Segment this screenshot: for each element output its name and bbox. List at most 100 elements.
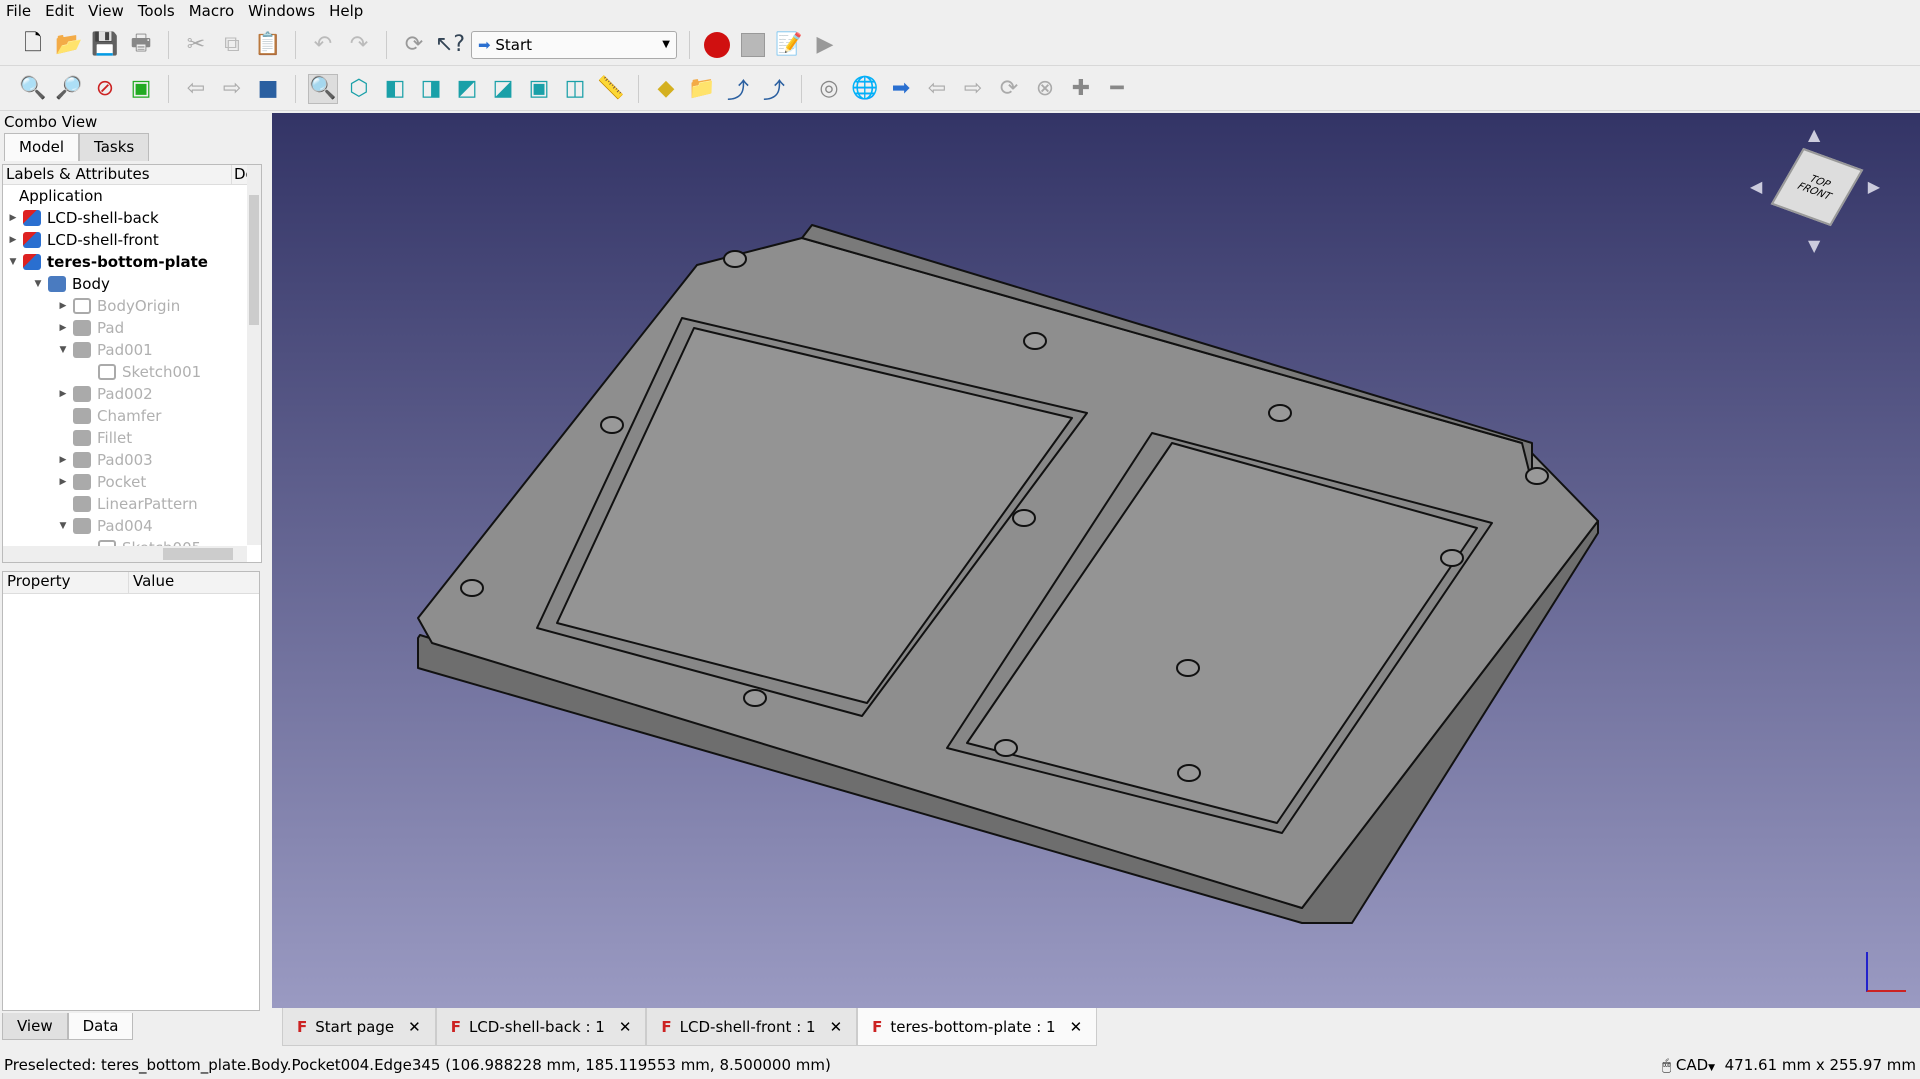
- record-macro-icon[interactable]: [702, 30, 732, 60]
- draw-style-icon[interactable]: ⊘: [90, 74, 120, 104]
- tree-item[interactable]: Sketch001: [3, 361, 261, 383]
- tab-view[interactable]: View: [2, 1013, 68, 1040]
- tree-item[interactable]: ▶ Pad: [3, 317, 261, 339]
- link-icon[interactable]: ⤴: [723, 74, 753, 104]
- expand-arrow-icon[interactable]: ▼: [7, 257, 19, 267]
- link-actions-icon[interactable]: ⤴: [759, 74, 789, 104]
- tab-model[interactable]: Model: [4, 133, 80, 161]
- web-page-icon[interactable]: ◎: [814, 74, 844, 104]
- web-globe-icon[interactable]: 🌐: [850, 74, 880, 104]
- copy-icon[interactable]: ⧉: [217, 30, 247, 60]
- tree-item[interactable]: ▼ Body: [3, 273, 261, 295]
- nav-arrow-down-icon[interactable]: ▼: [1808, 236, 1820, 255]
- menu-help[interactable]: Help: [329, 2, 363, 20]
- measure-icon[interactable]: 📏: [596, 74, 626, 104]
- menu-file[interactable]: File: [6, 2, 31, 20]
- navigation-cube[interactable]: TOP FRONT ▲ ◀ ▶ ▼: [1750, 125, 1880, 255]
- sync-view-icon[interactable]: 🔍: [308, 73, 338, 104]
- tree-item[interactable]: ▼ teres-bottom-plate: [3, 251, 261, 273]
- tree-item[interactable]: LinearPattern: [3, 493, 261, 515]
- doc-tab[interactable]: F LCD-shell-back : 1 ✕: [435, 1008, 647, 1046]
- web-refresh-icon[interactable]: ⟳: [994, 74, 1024, 104]
- expand-arrow-icon[interactable]: ▶: [7, 235, 19, 245]
- new-icon[interactable]: 🗋: [18, 30, 48, 60]
- stop-macro-icon[interactable]: [738, 30, 768, 60]
- zoom-in-icon[interactable]: ✚: [1066, 74, 1096, 104]
- cut-icon[interactable]: ✂: [181, 30, 211, 60]
- left-view-icon[interactable]: ◫: [560, 74, 590, 104]
- tab-data[interactable]: Data: [67, 1013, 134, 1040]
- menu-view[interactable]: View: [88, 2, 124, 20]
- close-icon[interactable]: ✕: [830, 1018, 843, 1036]
- tree-scrollbar[interactable]: [247, 165, 261, 545]
- part-icon[interactable]: ◆: [651, 74, 681, 104]
- fit-all-icon[interactable]: 🔍: [18, 74, 48, 104]
- expand-arrow-icon[interactable]: ▶: [57, 389, 69, 399]
- menu-windows[interactable]: Windows: [248, 2, 315, 20]
- web-go-icon[interactable]: ➡: [886, 74, 916, 104]
- expand-arrow-icon[interactable]: ▼: [57, 345, 69, 355]
- expand-arrow-icon[interactable]: ▶: [57, 455, 69, 465]
- tree-item[interactable]: Application: [3, 185, 261, 207]
- nav-arrow-left-icon[interactable]: ◀: [1750, 177, 1762, 196]
- web-stop-icon[interactable]: ⊗: [1030, 74, 1060, 104]
- menu-tools[interactable]: Tools: [138, 2, 175, 20]
- expand-arrow-icon[interactable]: ▶: [57, 301, 69, 311]
- back-icon[interactable]: ⇦: [181, 74, 211, 104]
- tree-item[interactable]: ▶ LCD-shell-back: [3, 207, 261, 229]
- close-icon[interactable]: ✕: [408, 1018, 421, 1036]
- rear-view-icon[interactable]: ◪: [488, 74, 518, 104]
- expand-arrow-icon[interactable]: ▶: [7, 213, 19, 223]
- refresh-icon[interactable]: ⟳: [399, 30, 429, 60]
- expand-arrow-icon[interactable]: ▼: [57, 521, 69, 531]
- expand-arrow-icon[interactable]: ▶: [57, 477, 69, 487]
- doc-tab[interactable]: F LCD-shell-front : 1 ✕: [646, 1008, 858, 1046]
- front-view-icon[interactable]: ◧: [380, 74, 410, 104]
- tree-item[interactable]: ▼ Pad004: [3, 515, 261, 537]
- group-icon[interactable]: 📁: [687, 74, 717, 104]
- tree-item[interactable]: ▼ Pad001: [3, 339, 261, 361]
- tree-hscrollbar[interactable]: [3, 546, 247, 562]
- right-view-icon[interactable]: ◩: [452, 74, 482, 104]
- tree-item[interactable]: ▶ Pad002: [3, 383, 261, 405]
- undo-icon[interactable]: ↶: [308, 30, 338, 60]
- menu-macro[interactable]: Macro: [189, 2, 234, 20]
- bounding-box-icon[interactable]: ▣: [126, 74, 156, 104]
- web-forward-icon[interactable]: ⇨: [958, 74, 988, 104]
- navigation-style[interactable]: CAD: [1676, 1056, 1708, 1074]
- print-icon[interactable]: 🖶: [126, 30, 156, 60]
- expand-arrow-icon[interactable]: ▼: [32, 279, 44, 289]
- isometric-icon[interactable]: ⬡: [344, 74, 374, 104]
- tree-item[interactable]: ▶ Pad003: [3, 449, 261, 471]
- tree-item[interactable]: ▶ Pocket: [3, 471, 261, 493]
- doc-tab[interactable]: F Start page ✕: [282, 1008, 436, 1046]
- web-back-icon[interactable]: ⇦: [922, 74, 952, 104]
- forward-icon[interactable]: ⇨: [217, 74, 247, 104]
- tree-item[interactable]: Fillet: [3, 427, 261, 449]
- paste-icon[interactable]: 📋: [253, 30, 283, 60]
- expand-arrow-icon[interactable]: ▶: [57, 323, 69, 333]
- close-icon[interactable]: ✕: [619, 1018, 632, 1036]
- std-views-icon[interactable]: ■: [253, 74, 283, 104]
- 3d-viewport[interactable]: TOP FRONT ▲ ◀ ▶ ▼: [272, 113, 1920, 1008]
- labels-column-header[interactable]: Labels & Attributes: [3, 165, 231, 184]
- bottom-view-icon[interactable]: ▣: [524, 74, 554, 104]
- fit-selection-icon[interactable]: 🔎: [54, 74, 84, 104]
- open-icon[interactable]: 📂: [54, 30, 84, 60]
- workbench-selector[interactable]: ➡ Start ▼: [471, 30, 677, 59]
- run-macro-icon[interactable]: ▶: [810, 30, 840, 60]
- tab-tasks[interactable]: Tasks: [79, 133, 150, 161]
- nav-arrow-up-icon[interactable]: ▲: [1808, 125, 1820, 144]
- redo-icon[interactable]: ↷: [344, 30, 374, 60]
- menu-edit[interactable]: Edit: [45, 2, 74, 20]
- top-view-icon[interactable]: ◨: [416, 74, 446, 104]
- tree-item[interactable]: ▶ LCD-shell-front: [3, 229, 261, 251]
- nav-arrow-right-icon[interactable]: ▶: [1868, 177, 1880, 196]
- zoom-out-icon[interactable]: ━: [1102, 74, 1132, 104]
- tree-item[interactable]: ▶ BodyOrigin: [3, 295, 261, 317]
- edit-macro-icon[interactable]: 📝: [774, 30, 804, 60]
- tree-item[interactable]: Chamfer: [3, 405, 261, 427]
- save-icon[interactable]: 💾: [90, 30, 120, 60]
- whats-this-icon[interactable]: ↖?: [435, 30, 465, 60]
- close-icon[interactable]: ✕: [1070, 1018, 1083, 1036]
